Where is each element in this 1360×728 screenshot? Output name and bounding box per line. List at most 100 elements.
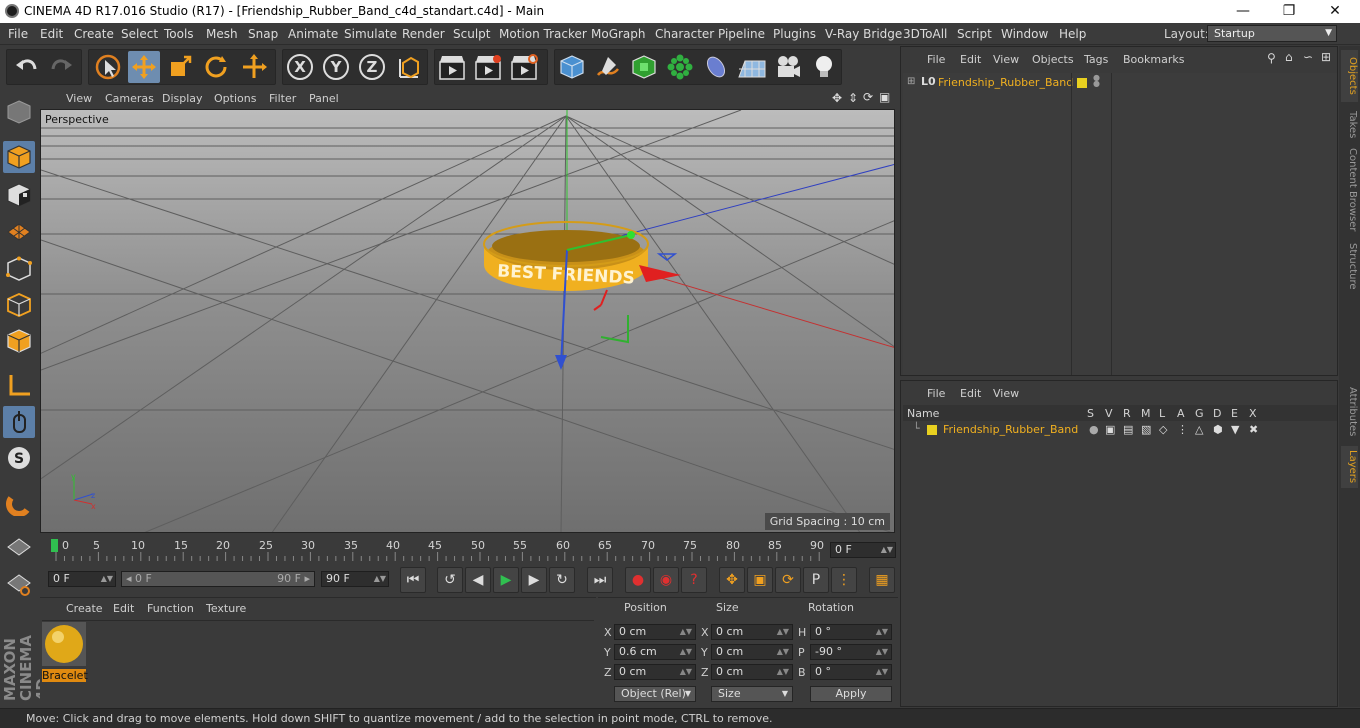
menu-simulate[interactable]: Simulate — [344, 27, 397, 41]
playhead-marker[interactable] — [51, 539, 58, 552]
coordinate-mode-dropdown[interactable]: Object (Rel) ▼ — [614, 686, 696, 702]
pen-spline-icon[interactable] — [592, 51, 624, 83]
tab-takes[interactable]: Takes — [1341, 106, 1358, 144]
menu-mesh[interactable]: Mesh — [206, 27, 238, 41]
previous-frame-icon[interactable]: ◀ — [465, 567, 491, 593]
maximize-button[interactable]: ❐ — [1266, 0, 1312, 23]
objects-menu-view[interactable]: View — [993, 53, 1019, 66]
menu-render[interactable]: Render — [402, 27, 445, 41]
layer-color-swatch[interactable] — [1077, 78, 1087, 88]
rotation-h-field[interactable]: 0 ° ▲▼ — [810, 624, 892, 640]
viewport-menu-display[interactable]: Display — [162, 92, 203, 105]
layout-dropdown[interactable]: Startup ▼ — [1207, 25, 1337, 42]
layers-col-animation[interactable]: A — [1177, 407, 1185, 420]
position-y-field[interactable]: 0.6 cm ▲▼ — [614, 644, 696, 660]
key-position-icon[interactable]: ✥ — [719, 567, 745, 593]
layer-animation-icon[interactable]: ⋮ — [1177, 423, 1188, 436]
layers-col-deformers[interactable]: D — [1213, 407, 1221, 420]
end-frame-field[interactable]: 90 F ▲▼ — [321, 571, 389, 587]
objects-menu-bookmarks[interactable]: Bookmarks — [1123, 53, 1184, 66]
layer-xref-icon[interactable]: ✖ — [1249, 423, 1258, 436]
model-mode-icon[interactable] — [3, 141, 35, 173]
viewport-zoom-icon[interactable]: ⇕ — [848, 91, 858, 105]
layer-render-icon[interactable]: ▤ — [1123, 423, 1133, 436]
key-parameter-icon[interactable]: P — [803, 567, 829, 593]
key-rotation-icon[interactable]: ⟳ — [775, 567, 801, 593]
tweak-mode-icon[interactable] — [3, 406, 35, 438]
object-name[interactable]: Friendship_Rubber_Band — [938, 76, 1073, 89]
x-gizmo-arrowhead[interactable] — [639, 265, 681, 282]
make-editable-icon[interactable] — [3, 96, 35, 128]
layer-row[interactable]: └ Friendship_Rubber_Band ● ▣ ▤ ▧ ◇ ⋮ △ ⬢… — [903, 422, 1337, 438]
go-to-end-icon[interactable]: ⏭ — [587, 567, 613, 593]
viewport-rotate-icon[interactable]: ⟳ — [863, 90, 873, 104]
texture-mode-icon[interactable] — [3, 179, 35, 211]
timeline-window-icon[interactable]: ▦ — [869, 567, 895, 593]
menu-vray-bridge[interactable]: V-Ray Bridge — [825, 27, 902, 41]
position-z-field[interactable]: 0 cm ▲▼ — [614, 664, 696, 680]
layer-visible-icon[interactable]: ▣ — [1105, 423, 1115, 436]
layer-lock-icon[interactable]: ◇ — [1159, 423, 1167, 436]
move-tool-icon[interactable] — [128, 51, 160, 83]
layers-menu-view[interactable]: View — [993, 387, 1019, 400]
rotation-b-field[interactable]: 0 ° ▲▼ — [810, 664, 892, 680]
viewport-menu-filter[interactable]: Filter — [269, 92, 296, 105]
magnet-icon[interactable] — [3, 487, 35, 519]
size-mode-dropdown[interactable]: Size ▼ — [711, 686, 793, 702]
new-view-icon[interactable]: ⊞ — [1321, 50, 1331, 64]
deformer-icon[interactable] — [700, 51, 732, 83]
menu-character[interactable]: Character — [655, 27, 714, 41]
rotate-tool-icon[interactable] — [200, 51, 232, 83]
z-axis-lock-icon[interactable]: Z — [356, 51, 388, 83]
visibility-dots-icon[interactable]: ● ● — [1093, 74, 1100, 88]
menu-animate[interactable]: Animate — [288, 27, 338, 41]
record-keys-icon[interactable]: ● — [625, 567, 651, 593]
menu-edit[interactable]: Edit — [40, 27, 63, 41]
tab-attributes[interactable]: Attributes — [1341, 382, 1358, 442]
z-gizmo-plane[interactable] — [656, 253, 678, 261]
tab-layers[interactable]: Layers — [1341, 446, 1358, 488]
subdivision-surface-icon[interactable] — [628, 51, 660, 83]
menu-pipeline[interactable]: Pipeline — [718, 27, 765, 41]
menu-sculpt[interactable]: Sculpt — [453, 27, 490, 41]
key-pla-icon[interactable]: ⋮ — [831, 567, 857, 593]
layers-col-render[interactable]: R — [1123, 407, 1131, 420]
points-mode-icon[interactable] — [3, 253, 35, 285]
layer-name[interactable]: Friendship_Rubber_Band — [943, 423, 1078, 436]
material-menu-function[interactable]: Function — [147, 602, 194, 615]
layers-menu-file[interactable]: File — [927, 387, 945, 400]
object-row[interactable]: ⊞ L0 Friendship_Rubber_Band ● ● — [903, 74, 1335, 91]
next-frame-icon[interactable]: ▶ — [521, 567, 547, 593]
frame-range-slider[interactable]: ◂ 0 F 90 F ▸ — [121, 571, 315, 587]
snapping-icon[interactable]: S — [3, 442, 35, 474]
key-scale-icon[interactable]: ▣ — [747, 567, 773, 593]
layers-col-locked[interactable]: L — [1159, 407, 1165, 420]
layer-expression-icon[interactable]: ▼ — [1231, 423, 1239, 436]
layers-col-xrefs[interactable]: X — [1249, 407, 1257, 420]
render-view-icon[interactable] — [436, 51, 468, 83]
layers-col-generators[interactable]: G — [1195, 407, 1204, 420]
menu-window[interactable]: Window — [1001, 27, 1048, 41]
redo-icon[interactable] — [46, 51, 78, 83]
perspective-viewport[interactable]: BEST FRIENDS y z x Perspective Grid Spac… — [40, 109, 895, 533]
coordinate-system-icon[interactable] — [392, 51, 424, 83]
layer-solo-icon[interactable]: ● — [1089, 423, 1099, 436]
tab-structure[interactable]: Structure — [1341, 238, 1358, 294]
tab-content-browser[interactable]: Content Browser — [1341, 146, 1358, 234]
objects-menu-file[interactable]: File — [927, 53, 945, 66]
layers-col-solo[interactable]: S — [1087, 407, 1094, 420]
scale-tool-icon[interactable] — [164, 51, 196, 83]
home-icon[interactable]: ⌂ — [1285, 50, 1293, 64]
viewport-menu-options[interactable]: Options — [214, 92, 256, 105]
workplane-mode-icon[interactable] — [3, 215, 35, 247]
rotation-ring-green[interactable] — [600, 315, 629, 344]
menu-mograph[interactable]: MoGraph — [591, 27, 646, 41]
menu-create[interactable]: Create — [74, 27, 114, 41]
layers-col-manager[interactable]: M — [1141, 407, 1151, 420]
apply-button[interactable]: Apply — [810, 686, 892, 702]
render-picture-viewer-icon[interactable] — [472, 51, 504, 83]
cloner-icon[interactable] — [664, 51, 696, 83]
keyframe-selection-icon[interactable]: ? — [681, 567, 707, 593]
grid-planar-icon[interactable] — [3, 568, 35, 600]
rotation-p-field[interactable]: -90 ° ▲▼ — [810, 644, 892, 660]
